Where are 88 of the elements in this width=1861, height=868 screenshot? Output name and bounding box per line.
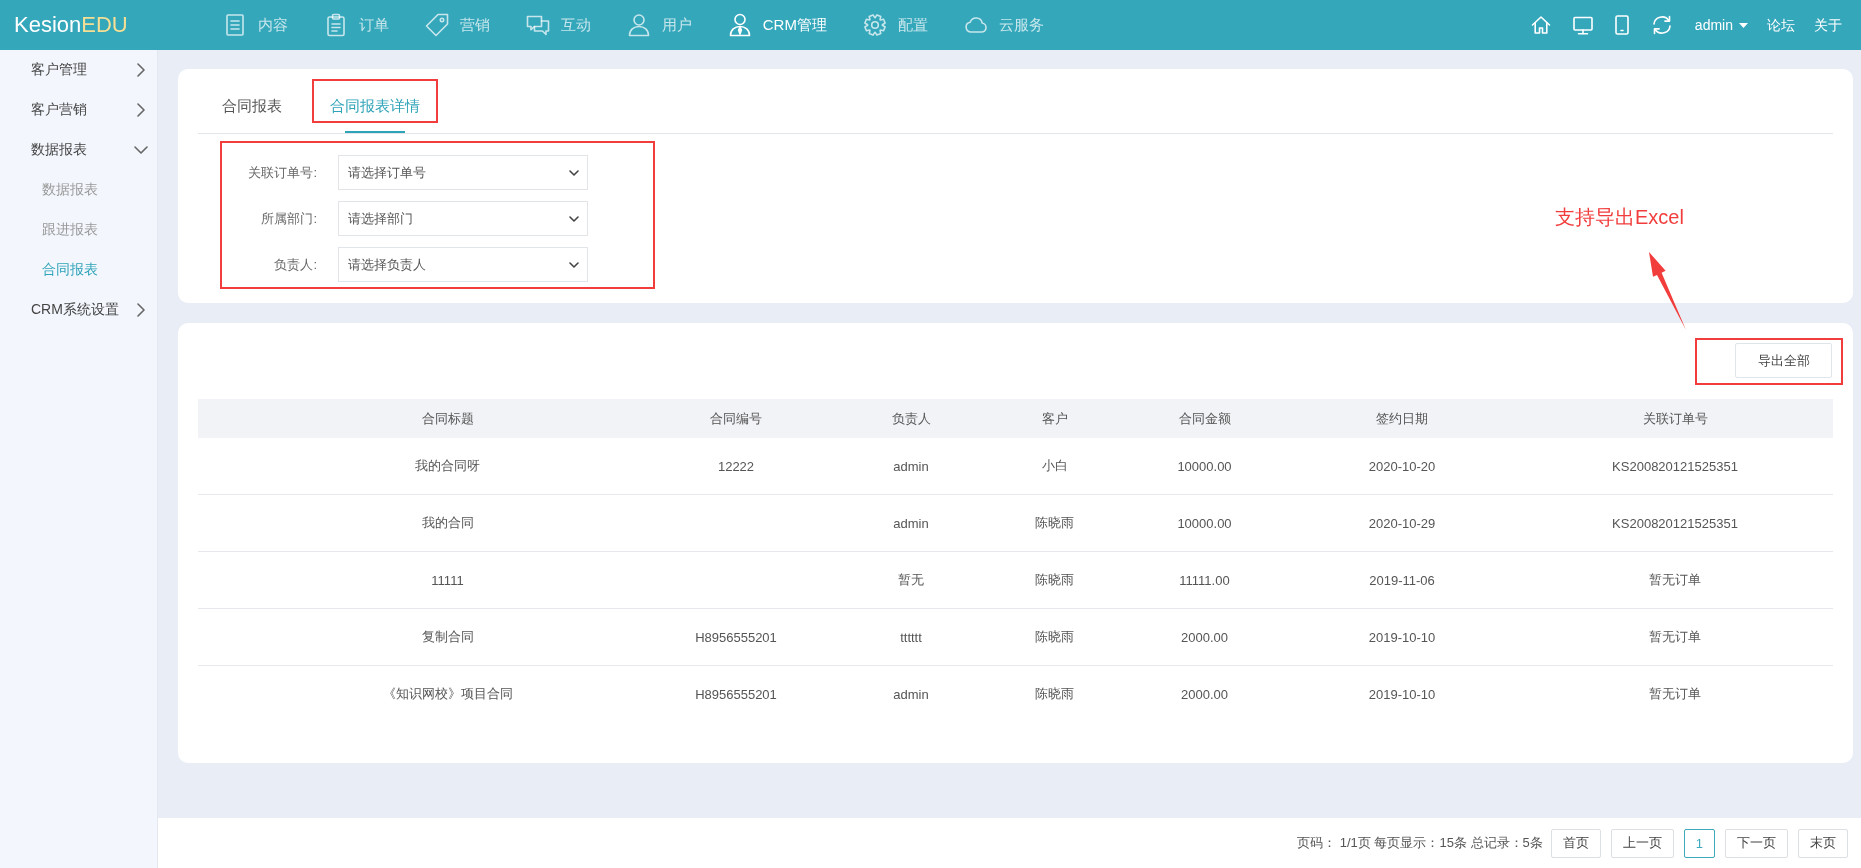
nav-item[interactable]: 互动 <box>525 13 591 37</box>
table-cell: 小白 <box>987 438 1122 495</box>
table-cell-text: 2019-10-10 <box>1367 685 1437 704</box>
pagination-summary: 页码： 1/1页 每页显示：15条 总记录：5条 <box>1297 834 1543 852</box>
table-cell-text: H8956555201 <box>694 685 778 704</box>
nav-item[interactable]: 用户 <box>626 13 692 37</box>
sidebar-item[interactable]: 客户管理 <box>0 50 157 90</box>
nav-item[interactable]: 云服务 <box>963 13 1044 37</box>
sidebar-subitem[interactable]: 合同报表 <box>0 250 157 290</box>
gear-icon <box>862 13 887 37</box>
table-cell: 陈晓雨 <box>987 609 1122 666</box>
table-cell: H8956555201 <box>597 609 835 666</box>
page-button[interactable]: 首页 <box>1550 828 1601 858</box>
column-header: 合同金额 <box>1122 399 1287 438</box>
user-menu[interactable]: admin <box>1694 16 1748 34</box>
page-button[interactable]: 1 <box>1683 828 1715 858</box>
table-cell: admin <box>835 438 987 495</box>
table-cell: KS200820121525351 <box>1517 438 1833 495</box>
field-label: 负责人: <box>274 255 317 274</box>
nav-item[interactable]: CRM管理 <box>727 13 827 37</box>
page-button[interactable]: 末页 <box>1798 828 1848 858</box>
table-cell: 我的合同呀 <box>198 438 597 495</box>
tag-icon <box>424 13 449 37</box>
table-cell: 陈晓雨 <box>987 552 1122 609</box>
table-cell: 12222 <box>597 438 835 495</box>
sidebar-subitem[interactable]: 跟进报表 <box>0 210 157 250</box>
person-tie-icon <box>727 13 752 37</box>
table-cell: 2020-10-20 <box>1287 438 1517 495</box>
page-button[interactable]: 下一页 <box>1725 828 1788 858</box>
table-cell: admin <box>835 495 987 552</box>
table-cell: 复制合同 <box>198 609 597 666</box>
table-cell: tttttt <box>835 609 987 666</box>
sidebar-item[interactable]: 客户营销 <box>0 90 157 130</box>
select-field[interactable]: 请选择负责人 <box>338 247 588 282</box>
chevron-down-icon <box>569 215 579 222</box>
nav-item[interactable]: 配置 <box>862 13 928 37</box>
export-button[interactable]: 导出全部 <box>1735 343 1832 378</box>
nav-link[interactable]: 论坛 <box>1767 16 1795 34</box>
column-header: 客户 <box>987 399 1122 438</box>
select-field[interactable]: 请选择部门 <box>338 201 588 236</box>
phone-icon[interactable] <box>1614 15 1629 35</box>
table-cell: 11111.00 <box>1122 552 1287 609</box>
column-header: 合同标题 <box>198 399 597 438</box>
column-header: 合同编号 <box>597 399 835 438</box>
tab[interactable]: 合同报表详情 <box>330 69 420 133</box>
table-cell-text: 2000.00 <box>1180 685 1229 704</box>
table-cell: 2020-10-29 <box>1287 495 1517 552</box>
column-header: 签约日期 <box>1287 399 1517 438</box>
chevron-down-icon <box>569 169 579 176</box>
chevron-down-icon <box>569 261 579 268</box>
table-cell: 暂无 <box>835 552 987 609</box>
table-cell: 暂无订单 <box>1517 552 1833 609</box>
column-header: 负责人 <box>835 399 987 438</box>
table-cell: 10000.00 <box>1122 438 1287 495</box>
sidebar-item[interactable]: CRM系统设置 <box>0 290 157 330</box>
nav-item[interactable]: 内容 <box>222 13 288 37</box>
logo: KesionEDU <box>14 12 128 38</box>
table-cell: KS200820121525351 <box>1517 495 1833 552</box>
field-label: 关联订单号: <box>248 163 317 182</box>
tab[interactable]: 合同报表 <box>222 69 282 133</box>
person-icon <box>626 13 651 37</box>
table-cell: 我的合同 <box>198 495 597 552</box>
monitor-icon[interactable] <box>1572 15 1593 35</box>
table-cell-text: 暂无订单 <box>1648 685 1702 703</box>
page-button[interactable]: 上一页 <box>1610 828 1674 858</box>
select-field[interactable]: 请选择订单号 <box>338 155 588 190</box>
table-cell-text: 《知识网校》项目合同 <box>381 685 514 703</box>
table-cell: 陈晓雨 <box>987 495 1122 552</box>
sidebar-item[interactable]: 数据报表 <box>0 130 157 170</box>
table-cell: 暂无订单 <box>1517 609 1833 666</box>
caret-icon <box>1739 22 1748 28</box>
table-cell: 10000.00 <box>1122 495 1287 552</box>
field-label: 所属部门: <box>261 209 317 228</box>
refresh-icon[interactable] <box>1650 15 1673 35</box>
table-cell-text: 陈晓雨 <box>1034 685 1075 703</box>
nav-link[interactable]: 关于 <box>1814 16 1842 34</box>
home-icon[interactable] <box>1530 15 1551 35</box>
table-cell: 2000.00 <box>1122 609 1287 666</box>
nav-item[interactable]: 订单 <box>323 13 389 37</box>
sidebar-subitem[interactable]: 数据报表 <box>0 170 157 210</box>
table-cell: 2019-11-06 <box>1287 552 1517 609</box>
table-cell: 11111 <box>198 552 597 609</box>
callout-text: 支持导出Excel <box>1555 205 1684 229</box>
nav-item[interactable]: 营销 <box>424 13 490 37</box>
column-header: 关联订单号 <box>1517 399 1833 438</box>
table-cell-text: admin <box>892 685 930 704</box>
chat-icon <box>525 13 550 37</box>
table-cell: 2019-10-10 <box>1287 609 1517 666</box>
